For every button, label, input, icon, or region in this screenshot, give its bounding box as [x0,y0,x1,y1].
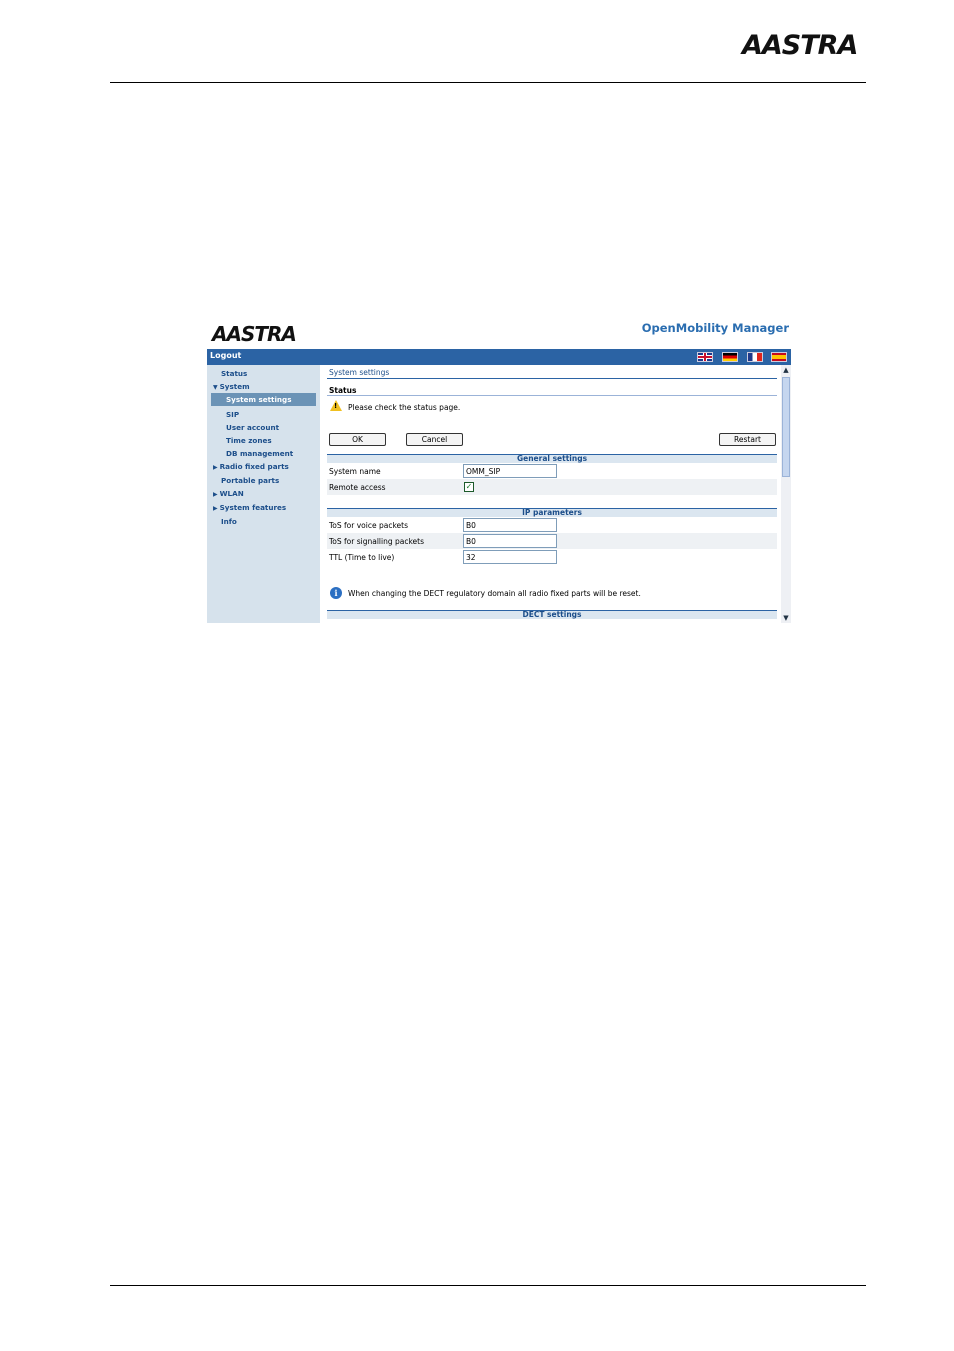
collapsed-triangle-icon: ▶ [213,464,218,471]
system-name-input[interactable]: OMM_SIP [463,464,557,478]
system-name-label: System name [329,467,381,476]
system-name-row: System name OMM_SIP [327,463,777,479]
aastra-page-logo: AASTRA [742,30,858,61]
status-message: Please check the status page. [348,403,461,412]
footer-rule [110,1285,866,1286]
sidebar-item-time-zones[interactable]: Time zones [226,436,272,445]
expanded-triangle-icon: ▼ [213,384,218,391]
info-icon: i [330,587,342,599]
vertical-scrollbar[interactable]: ▲ ▼ [781,365,791,623]
sidebar-item-user-account[interactable]: User account [226,423,279,432]
ttl-label: TTL (Time to live) [329,553,395,562]
france-flag-icon[interactable] [747,352,763,362]
collapsed-triangle-icon: ▶ [213,491,218,498]
remote-access-label: Remote access [329,483,386,492]
warning-icon-mark: ! [334,402,338,410]
info-message: When changing the DECT regulatory domain… [348,589,641,598]
ttl-row: TTL (Time to live) 32 [327,549,777,565]
scroll-up-arrow-icon[interactable]: ▲ [781,365,791,375]
germany-flag-icon[interactable] [722,352,738,362]
remote-access-checkbox[interactable]: ✓ [464,482,474,492]
restart-button[interactable]: Restart [719,433,776,446]
spain-flag-icon[interactable] [771,352,787,362]
logout-link[interactable]: Logout [210,351,241,360]
sidebar-item-system[interactable]: ▼ System [213,382,250,391]
remote-access-row: Remote access ✓ [327,479,777,495]
general-settings-heading: General settings [327,454,777,463]
sidebar-item-db-management[interactable]: DB management [226,449,293,458]
sidebar-item-radio-fixed-parts[interactable]: ▶ Radio fixed parts [213,462,289,471]
sidebar-nav: Status ▼ System System settings SIP User … [207,365,320,623]
cancel-button[interactable]: Cancel [406,433,463,446]
page-title: System settings [329,368,390,377]
app-title: OpenMobility Manager [641,321,789,335]
tos-voice-row: ToS for voice packets B0 [327,517,777,533]
sidebar-item-wlan[interactable]: ▶ WLAN [213,489,244,498]
collapsed-triangle-icon: ▶ [213,505,218,512]
scroll-thumb[interactable] [782,377,790,477]
ttl-input[interactable]: 32 [463,550,557,564]
sidebar-item-system-settings[interactable]: System settings [211,393,316,406]
sidebar-item-portable-parts[interactable]: Portable parts [221,476,279,485]
sidebar-item-sip[interactable]: SIP [226,410,239,419]
status-label: Status [329,386,357,395]
status-underline [327,395,777,396]
ip-parameters-heading: IP parameters [327,508,777,517]
tos-signalling-row: ToS for signalling packets B0 [327,533,777,549]
tos-voice-input[interactable]: B0 [463,518,557,532]
dect-settings-heading: DECT settings [327,610,777,619]
title-underline [327,378,777,379]
scroll-down-arrow-icon[interactable]: ▼ [781,613,791,623]
omm-screenshot: AASTRA OpenMobility Manager Logout Statu… [207,317,791,623]
header-rule [110,82,866,83]
uk-flag-icon[interactable] [697,352,713,362]
sidebar-item-system-features[interactable]: ▶ System features [213,503,286,512]
sidebar-item-info[interactable]: Info [221,517,237,526]
tos-voice-label: ToS for voice packets [329,521,408,530]
top-bar: Logout [207,349,791,365]
sidebar-item-status[interactable]: Status [221,369,247,378]
tos-signalling-label: ToS for signalling packets [329,537,425,546]
omm-aastra-logo: AASTRA [212,322,297,346]
tos-signalling-input[interactable]: B0 [463,534,557,548]
ok-button[interactable]: OK [329,433,386,446]
main-content: System settings Status ! Please check th… [327,365,779,623]
